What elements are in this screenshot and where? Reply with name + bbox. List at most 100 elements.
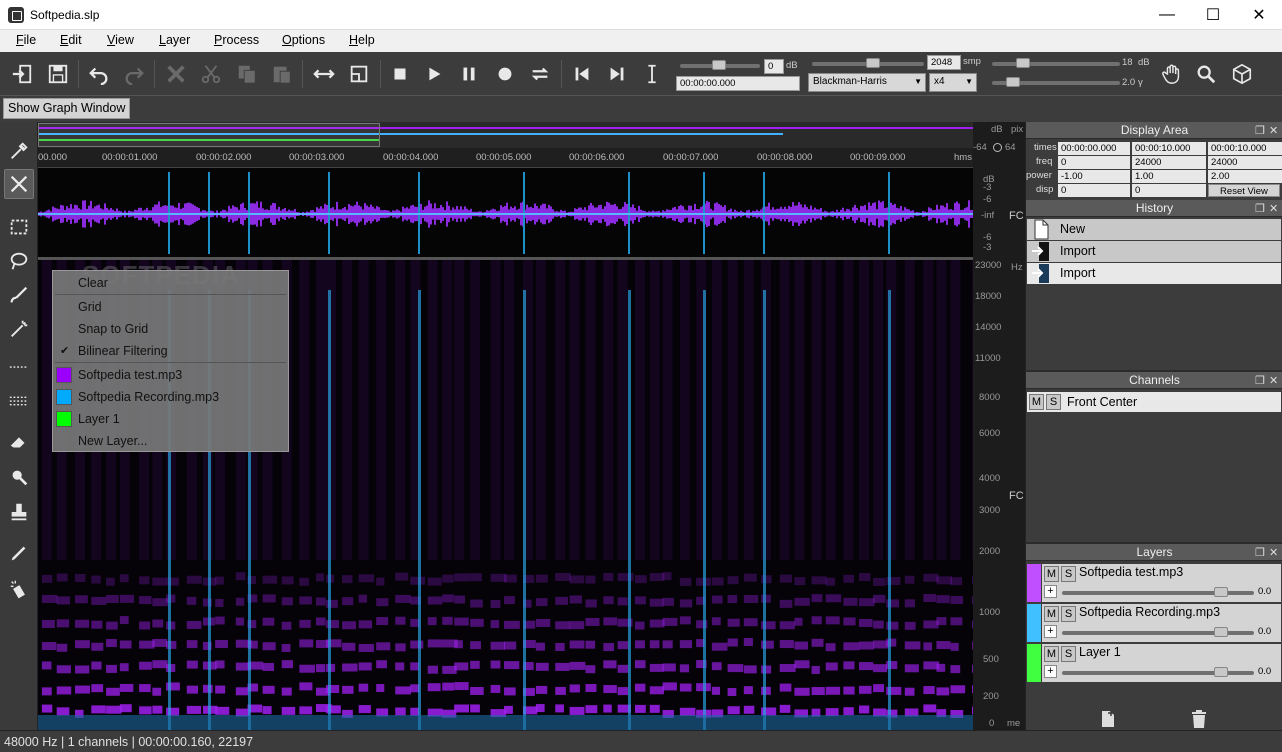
menu-item-layer[interactable]: Softpedia Recording.mp3 [78,390,219,404]
layer-expand-button[interactable]: + [1044,585,1057,598]
loop-icon[interactable] [526,60,554,88]
menu-item-grid[interactable]: Grid [78,300,102,314]
oversample-select[interactable]: x4 [929,73,977,92]
mute-button[interactable]: M [1044,646,1059,662]
layer-volume-slider[interactable] [1062,587,1254,597]
menu-process[interactable]: Process [214,33,259,47]
save-icon[interactable] [44,60,72,88]
menu-view[interactable]: View [107,33,134,47]
mute-button[interactable]: M [1044,566,1059,582]
history-item[interactable]: New [1027,219,1281,240]
freq-end-field[interactable]: 24000 [1132,156,1206,169]
brush-select-icon[interactable] [4,280,34,310]
disp-y-field[interactable]: 0 [1132,184,1206,197]
power-length-field[interactable]: 2.00 [1208,170,1282,183]
mute-button[interactable]: M [1029,394,1044,410]
hand-icon[interactable] [1158,60,1186,88]
history-item-selected[interactable]: Import [1027,263,1281,284]
float-icon[interactable]: ❐ [1255,373,1265,390]
maximize-button[interactable]: ☐ [1190,0,1236,30]
menu-item-new-layer[interactable]: New Layer... [78,434,147,448]
cursor-icon[interactable] [638,60,666,88]
zoom-horizontal-icon[interactable] [310,60,338,88]
cube-icon[interactable] [1228,60,1256,88]
stop-icon[interactable] [386,60,414,88]
layer-volume-knob[interactable] [1214,627,1228,637]
close-button[interactable]: ✕ [1236,0,1282,30]
import-icon[interactable] [8,60,36,88]
solo-button[interactable]: S [1061,606,1076,622]
layer-row[interactable]: M S Softpedia test.mp3 + 0.0 [1027,564,1281,602]
disp-x-field[interactable]: 0 [1058,184,1130,197]
menu-item-bilinear-filtering[interactable]: Bilinear Filtering [78,344,168,358]
layer-color[interactable] [1027,564,1041,602]
zoom-selection-icon[interactable] [345,60,373,88]
layer-row[interactable]: M S Softpedia Recording.mp3 + 0.0 [1027,604,1281,642]
close-panel-icon[interactable]: ✕ [1269,545,1278,562]
fft-size-slider-knob[interactable] [866,58,880,68]
pencil-icon[interactable] [4,538,34,568]
menu-options[interactable]: Options [282,33,325,47]
copy-icon[interactable] [233,60,261,88]
gamma-slider[interactable] [992,77,1120,87]
reset-view-button[interactable]: Reset View [1208,184,1280,197]
skip-end-icon[interactable] [603,60,631,88]
gain-slider-knob[interactable] [712,60,726,70]
float-icon[interactable]: ❐ [1255,201,1265,218]
new-layer-icon[interactable] [1100,710,1116,728]
magnifier-icon[interactable] [1192,60,1220,88]
lasso-icon[interactable] [4,246,34,276]
overview-strip[interactable] [38,122,973,148]
show-graph-window-button[interactable]: Show Graph Window [3,98,131,119]
paste-icon[interactable] [268,60,296,88]
float-icon[interactable]: ❐ [1255,123,1265,140]
solo-button[interactable]: S [1061,646,1076,662]
redo-icon[interactable] [120,60,148,88]
delete-icon[interactable] [162,60,190,88]
skip-start-icon[interactable] [568,60,596,88]
harmonic-select-icon[interactable] [4,352,34,382]
layer-volume-knob[interactable] [1214,667,1228,677]
freq-start-field[interactable]: 0 [1058,156,1130,169]
menu-edit[interactable]: Edit [60,33,82,47]
menu-help[interactable]: Help [349,33,375,47]
menu-layer[interactable]: Layer [159,33,190,47]
layer-volume-knob[interactable] [1214,587,1228,597]
menu-item-snap-to-grid[interactable]: Snap to Grid [78,322,148,336]
minimize-button[interactable]: — [1144,0,1190,30]
gain-slider[interactable] [680,60,760,70]
fft-size-field[interactable]: 2048 [927,55,961,70]
rect-select-icon[interactable] [4,212,34,242]
menu-item-layer[interactable]: Softpedia test.mp3 [78,368,182,382]
times-start-field[interactable]: 00:00:00.000 [1058,142,1130,155]
window-function-select[interactable]: Blackman-Harris [808,73,926,92]
cut-icon[interactable] [197,60,225,88]
history-item[interactable]: Import [1027,241,1281,262]
play-icon[interactable] [420,60,448,88]
layer-row[interactable]: M S Layer 1 + 0.0 [1027,644,1281,682]
scale-handle[interactable] [993,143,1002,152]
trash-icon[interactable] [1191,710,1207,728]
eyedropper-icon[interactable] [4,136,34,166]
stamp-icon[interactable] [4,497,34,527]
harmonics-icon[interactable] [4,386,34,416]
layer-color[interactable] [1027,604,1041,642]
times-length-field[interactable]: 00:00:10.000 [1208,142,1282,155]
layer-color[interactable] [1027,644,1041,682]
power-start-field[interactable]: -1.00 [1058,170,1130,183]
gain-field[interactable]: 0 [764,59,784,74]
close-panel-icon[interactable]: ✕ [1269,201,1278,218]
waveform-view[interactable] [38,168,974,258]
overview-viewport[interactable] [38,123,380,147]
menu-file[interactable]: File [16,33,36,47]
layer-expand-button[interactable]: + [1044,625,1057,638]
layer-volume-slider[interactable] [1062,627,1254,637]
scrub-tool-icon[interactable] [4,169,34,199]
close-panel-icon[interactable]: ✕ [1269,123,1278,140]
layer-expand-button[interactable]: + [1044,665,1057,678]
eraser-icon[interactable] [4,427,34,457]
magic-wand-icon[interactable] [4,314,34,344]
solo-button[interactable]: S [1046,394,1061,410]
freq-length-field[interactable]: 24000 [1208,156,1282,169]
undo-icon[interactable] [85,60,113,88]
